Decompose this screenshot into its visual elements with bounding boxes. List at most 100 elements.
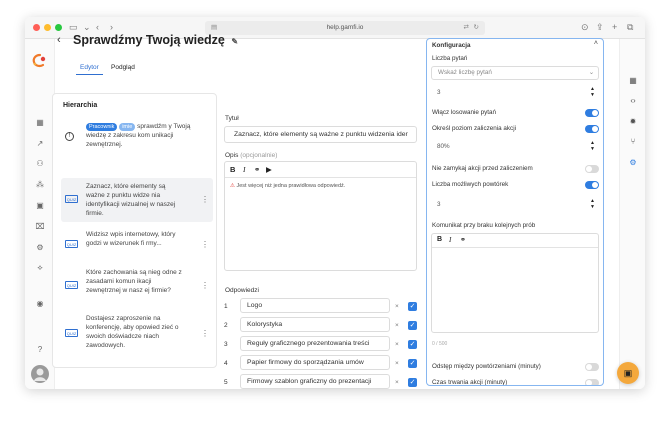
correct-answer-checkbox[interactable]: ✓ bbox=[408, 359, 417, 368]
minimize-window-button[interactable] bbox=[44, 24, 51, 31]
quiz-icon: QUIZ bbox=[65, 240, 78, 248]
questions-count-select[interactable]: Wskaż liczbę pytań ⌄ bbox=[431, 66, 599, 80]
remove-answer-icon[interactable]: × bbox=[395, 303, 399, 310]
list-item-text: Dostajesz zaproszenie na konferencję, ab… bbox=[86, 315, 179, 349]
no-close-label: Nie zamykaj akcji przed zaliczeniem bbox=[432, 165, 533, 172]
share-icon[interactable]: ⇪ bbox=[596, 21, 604, 33]
list-item[interactable]: QUIZ Które zachowania są nieg odne z zas… bbox=[61, 266, 213, 306]
sidebar-toggle-icon[interactable]: ▭ bbox=[69, 21, 78, 33]
more-options-icon[interactable]: ⋮ bbox=[201, 329, 209, 338]
list-item[interactable]: QUIZ Widzisz wpis internetowy, który god… bbox=[61, 228, 213, 262]
grid-icon[interactable]: ▦ bbox=[626, 75, 640, 87]
list-item[interactable]: QUIZ Zaznacz, które elementy są ważne z … bbox=[61, 178, 213, 222]
interval-toggle[interactable] bbox=[585, 363, 599, 371]
tab-preview[interactable]: Podgląd bbox=[107, 61, 139, 74]
answer-input[interactable]: Papier firmowy do sporządzania umów bbox=[240, 355, 390, 370]
quiz-icon: QUIZ bbox=[65, 329, 78, 337]
answer-input[interactable]: Kolorystyka bbox=[240, 317, 390, 332]
hierarchy-intro[interactable]: ! Pracownik imie sprawdźm y Twoją wiedzę… bbox=[61, 120, 213, 160]
users-icon[interactable]: ⚇ bbox=[33, 158, 47, 170]
address-bar[interactable]: ▤ help.gamfi.io ⇄ ↻ bbox=[205, 21, 485, 35]
description-label-text: Opis bbox=[225, 152, 239, 159]
answer-input[interactable]: Reguły graficznego prezentowania treści bbox=[240, 336, 390, 351]
pass-level-input[interactable]: 80% ▲ ▼ bbox=[431, 141, 599, 155]
back-button[interactable]: ‹ bbox=[57, 34, 61, 46]
title-input[interactable]: Zaznacz, które elementy są ważne z punkt… bbox=[224, 126, 417, 143]
italic-icon[interactable]: I bbox=[243, 165, 246, 174]
retries-input[interactable]: 3 ▲ ▼ bbox=[431, 199, 599, 213]
path-icon[interactable]: ↗ bbox=[33, 138, 47, 150]
profile-icon[interactable]: ◉ bbox=[33, 298, 47, 310]
stepper-down-icon[interactable]: ▼ bbox=[590, 205, 595, 210]
bold-icon[interactable]: B bbox=[437, 236, 442, 243]
remove-answer-icon[interactable]: × bbox=[395, 341, 399, 348]
right-toolbar: ▦ ‹› ✹ ⑂ ⚙ bbox=[619, 39, 645, 389]
description-hint: Jest więcej niż jedna prawidłowa odpowie… bbox=[236, 183, 346, 189]
quiz-icon: QUIZ bbox=[65, 281, 78, 289]
help-icon[interactable]: ? bbox=[33, 344, 47, 356]
chevron-down-icon[interactable]: ⌄ bbox=[83, 21, 91, 33]
tabs-overview-icon[interactable]: ⧉ bbox=[627, 21, 633, 33]
questions-count-placeholder: Wskaż liczbę pytań bbox=[438, 69, 492, 76]
list-item[interactable]: QUIZ Dostajesz zaproszenie na konferencj… bbox=[61, 312, 213, 356]
settings-icon[interactable]: ⚙ bbox=[33, 242, 47, 254]
answer-input[interactable]: Logo bbox=[240, 298, 390, 313]
correct-answer-checkbox[interactable]: ✓ bbox=[408, 321, 417, 330]
translate-icon[interactable]: ⇄ bbox=[464, 21, 469, 35]
calendar-icon[interactable]: ▣ bbox=[33, 200, 47, 212]
pass-level-toggle[interactable] bbox=[585, 125, 599, 133]
correct-answer-checkbox[interactable]: ✓ bbox=[408, 302, 417, 311]
more-options-icon[interactable]: ⋮ bbox=[201, 195, 209, 204]
description-editor[interactable]: B I ⚭ ▶ ⚠ Jest więcej niż jedna prawidło… bbox=[224, 161, 417, 271]
collapse-chevron-icon[interactable]: ˄ bbox=[594, 40, 598, 47]
answer-input[interactable]: Firmowy szablon graficzny do prezentacji bbox=[240, 374, 390, 389]
questions-count-input[interactable]: 3 ▲ ▼ bbox=[431, 87, 599, 101]
link-icon[interactable]: ⚭ bbox=[254, 165, 260, 174]
link-icon[interactable]: ⚭ bbox=[460, 236, 466, 244]
new-tab-icon[interactable]: + bbox=[612, 21, 617, 33]
video-icon[interactable]: ▶ bbox=[266, 165, 272, 174]
download-icon[interactable]: ⊙ bbox=[581, 21, 589, 33]
duration-toggle[interactable] bbox=[585, 379, 599, 385]
bold-icon[interactable]: B bbox=[230, 165, 235, 174]
italic-icon[interactable]: I bbox=[449, 236, 451, 244]
maximize-window-button[interactable] bbox=[55, 24, 62, 31]
duration-label: Czas trwania akcji (minuty) bbox=[432, 379, 508, 386]
gear-icon[interactable]: ⚙ bbox=[626, 157, 640, 169]
forward-arrow-icon[interactable]: › bbox=[110, 21, 113, 33]
close-window-button[interactable] bbox=[33, 24, 40, 31]
bug-icon[interactable]: ✹ bbox=[626, 116, 640, 128]
remove-answer-icon[interactable]: × bbox=[395, 379, 399, 386]
remove-answer-icon[interactable]: × bbox=[395, 360, 399, 367]
code-icon[interactable]: ‹› bbox=[626, 95, 640, 107]
trash-icon[interactable]: ⌧ bbox=[33, 221, 47, 233]
chat-button[interactable]: ▣ bbox=[617, 362, 639, 384]
config-title: Konfiguracja bbox=[432, 42, 471, 49]
integrations-icon[interactable]: ⟡ bbox=[33, 262, 47, 274]
page-title-text: Sprawdźmy Twoją wiedzę bbox=[73, 33, 225, 47]
description-optional-text: (opcjonalnie) bbox=[240, 152, 278, 159]
groups-icon[interactable]: ⁂ bbox=[33, 179, 47, 191]
branch-icon[interactable]: ⑂ bbox=[626, 136, 640, 148]
stepper-down-icon[interactable]: ▼ bbox=[590, 93, 595, 98]
pass-level-value: 80% bbox=[437, 143, 450, 150]
back-arrow-icon[interactable]: ‹ bbox=[96, 21, 99, 33]
more-options-icon[interactable]: ⋮ bbox=[201, 281, 209, 290]
description-text: ⚠ Jest więcej niż jedna prawidłowa odpow… bbox=[230, 183, 345, 189]
pencil-icon[interactable]: ✎ bbox=[231, 37, 238, 46]
no-attempts-editor[interactable]: B I ⚭ bbox=[431, 233, 599, 333]
hierarchy-title: Hierarchia bbox=[63, 102, 98, 109]
dashboard-icon[interactable]: ▦ bbox=[33, 117, 47, 129]
gamfi-logo[interactable] bbox=[31, 53, 49, 69]
stepper-down-icon[interactable]: ▼ bbox=[590, 147, 595, 152]
avatar[interactable] bbox=[31, 365, 49, 383]
shuffle-toggle[interactable] bbox=[585, 109, 599, 117]
reload-icon[interactable]: ↻ bbox=[474, 21, 479, 35]
remove-answer-icon[interactable]: × bbox=[395, 322, 399, 329]
tab-editor[interactable]: Edytor bbox=[76, 61, 103, 75]
more-options-icon[interactable]: ⋮ bbox=[201, 240, 209, 249]
correct-answer-checkbox[interactable]: ✓ bbox=[408, 340, 417, 349]
no-close-toggle[interactable] bbox=[585, 165, 599, 173]
retries-toggle[interactable] bbox=[585, 181, 599, 189]
correct-answer-checkbox[interactable]: ✓ bbox=[408, 378, 417, 387]
